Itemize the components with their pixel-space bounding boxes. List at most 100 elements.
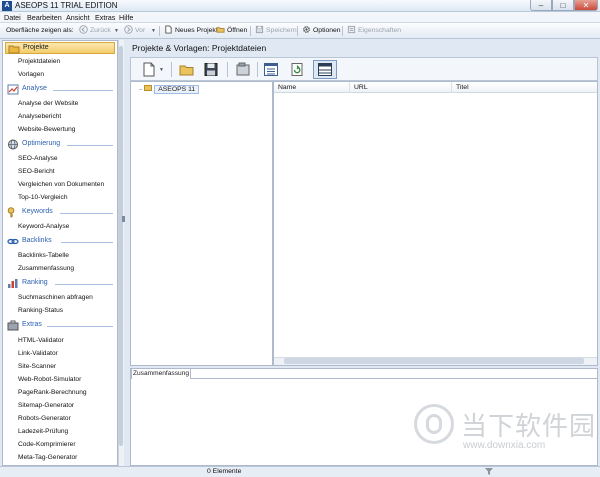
forward-dropdown-icon[interactable]: ▼ (151, 23, 156, 39)
sidebar-scroll-thumb[interactable] (119, 46, 123, 446)
refresh-document-icon[interactable] (289, 62, 305, 77)
splitter-handle[interactable] (122, 216, 125, 222)
column-header-url[interactable]: URL (350, 82, 452, 93)
nav-seo-analyse[interactable]: SEO-Analyse (18, 155, 58, 162)
nav-vergleichen-von-dokumenten[interactable]: Vergleichen von Dokumenten (18, 181, 104, 188)
filter-icon[interactable] (485, 468, 493, 475)
section-projekte[interactable]: Projekte (5, 42, 115, 54)
nav-zusammenfassung[interactable]: Zusammenfassung (18, 265, 74, 272)
watermark-text: 当下软件园 (461, 412, 597, 442)
tab-zusammenfassung[interactable]: Zusammenfassung (131, 368, 191, 379)
save-disk-icon (255, 25, 264, 34)
close-button[interactable]: ✕ (574, 0, 598, 11)
section-label: Keywords (22, 208, 53, 215)
tree-node-label[interactable]: ASEOPS 11 (154, 85, 200, 94)
section-analyse[interactable]: Analyse (5, 84, 115, 96)
folder-icon (144, 85, 153, 91)
new-file-icon[interactable] (141, 62, 157, 77)
minimize-button[interactable]: – (530, 0, 552, 11)
open-folder-icon (216, 27, 225, 33)
nav-sitemap-generator[interactable]: Sitemap-Generator (18, 402, 74, 409)
file-list[interactable]: Name URL Titel (273, 81, 598, 366)
forward-button[interactable]: Vor (124, 23, 145, 39)
menu-hilfe[interactable]: Hilfe (119, 12, 133, 23)
toolbar-separator (159, 26, 160, 36)
back-dropdown-icon[interactable]: ▼ (114, 23, 119, 39)
app-icon: A (2, 1, 12, 11)
project-tree[interactable]: – ASEOPS 11 (130, 81, 273, 366)
nav-robots-generator[interactable]: Robots-Generator (18, 415, 71, 422)
section-backlinks[interactable]: Backlinks (5, 236, 115, 248)
properties-label: Eigenschaften (358, 27, 402, 34)
section-keywords[interactable]: Keywords (5, 207, 115, 219)
details-view-icon (318, 63, 332, 76)
tree-node[interactable]: – ASEOPS 11 (139, 85, 200, 95)
list-view-icon[interactable] (263, 62, 279, 77)
column-header-name[interactable]: Name (274, 82, 350, 93)
nav-analysebericht[interactable]: Analysebericht (18, 113, 61, 120)
nav-keyword-analyse[interactable]: Keyword-Analyse (18, 223, 69, 230)
section-optimierung[interactable]: Optimierung (5, 139, 115, 151)
nav-code-komprimierer[interactable]: Code-Komprimierer (18, 441, 76, 448)
section-divider (60, 213, 113, 214)
back-button[interactable]: Zurück (79, 23, 111, 39)
nav-ladezeit-pruefung[interactable]: Ladezeit-Prüfung (18, 428, 68, 435)
toolbar: Oberfläche zeigen als: Zurück ▼ Vor ▼ Ne… (0, 23, 600, 39)
open-folder-icon[interactable] (179, 62, 195, 77)
nav-vorlagen[interactable]: Vorlagen (18, 71, 44, 78)
section-label: Optimierung (22, 140, 61, 147)
nav-pagerank-berechnung[interactable]: PageRank-Berechnung (18, 389, 87, 396)
new-project-label: Neues Projekt (175, 27, 218, 34)
save-label: Speichern (266, 27, 297, 34)
nav-link-validator[interactable]: Link-Validator (18, 350, 58, 357)
horizontal-scroll-thumb[interactable] (284, 358, 584, 364)
chain-link-icon (7, 238, 19, 245)
section-label: Analyse (22, 85, 47, 92)
projects-folder-icon (8, 45, 20, 54)
maximize-button[interactable]: □ (552, 0, 574, 11)
nav-website-bewertung[interactable]: Website-Bewertung (18, 126, 75, 133)
open-button[interactable]: Öffnen (216, 23, 247, 39)
folder-properties-icon[interactable] (235, 62, 251, 77)
section-label: Backlinks (22, 237, 52, 244)
menu-ansicht[interactable]: Ansicht (66, 12, 90, 23)
nav-seo-bericht[interactable]: SEO-Bericht (18, 168, 55, 175)
nav-meta-tag-generator[interactable]: Meta-Tag-Generator (18, 454, 77, 461)
section-extras[interactable]: Extras (5, 320, 115, 332)
properties-button[interactable]: Eigenschaften (347, 23, 401, 39)
key-icon (7, 207, 15, 218)
list-header: Name URL Titel (274, 82, 597, 93)
nav-suchmaschinen-abfragen[interactable]: Suchmaschinen abfragen (18, 294, 93, 301)
options-button[interactable]: Optionen (302, 23, 341, 39)
section-divider (61, 242, 113, 243)
nav-top-10-vergleich[interactable]: Top-10-Vergleich (18, 194, 67, 201)
section-ranking[interactable]: Ranking (5, 278, 115, 290)
save-disk-icon[interactable] (203, 62, 219, 77)
globe-icon (8, 139, 18, 150)
toolbox-icon (7, 320, 19, 331)
nav-analyse-der-website[interactable]: Analyse der Website (18, 100, 78, 107)
menu-bearbeiten[interactable]: Bearbeiten (27, 12, 62, 23)
project-toolbar: ▼ (130, 57, 598, 81)
forward-label: Vor (135, 27, 146, 34)
nav-web-robot-simulator[interactable]: Web-Robot-Simulator (18, 376, 81, 383)
open-label: Öffnen (227, 27, 248, 34)
nav-site-scanner[interactable]: Site-Scanner (18, 363, 56, 370)
new-file-dropdown-icon[interactable]: ▼ (159, 67, 164, 73)
nav-ranking-status[interactable]: Ranking-Status (18, 307, 63, 314)
tree-expander-icon[interactable]: – (139, 87, 142, 93)
menu-extras[interactable]: Extras (95, 12, 115, 23)
nav-html-validator[interactable]: HTML-Validator (18, 337, 64, 344)
details-view-toggle[interactable] (313, 60, 337, 79)
save-button[interactable]: Speichern (255, 23, 297, 39)
forward-arrow-icon (124, 25, 133, 34)
new-project-button[interactable]: Neues Projekt (164, 23, 218, 39)
window-title: ASEOPS 11 TRIAL EDITION (15, 1, 118, 10)
column-header-titel[interactable]: Titel (452, 82, 597, 93)
nav-backlinks-tabelle[interactable]: Backlinks-Tabelle (18, 252, 69, 259)
menu-datei[interactable]: Datei (4, 12, 21, 23)
nav-projektdateien[interactable]: Projektdateien (18, 58, 60, 65)
gear-icon (303, 26, 310, 33)
page-title: Projekte & Vorlagen: Projektdateien (132, 43, 267, 53)
back-arrow-icon (79, 25, 88, 34)
